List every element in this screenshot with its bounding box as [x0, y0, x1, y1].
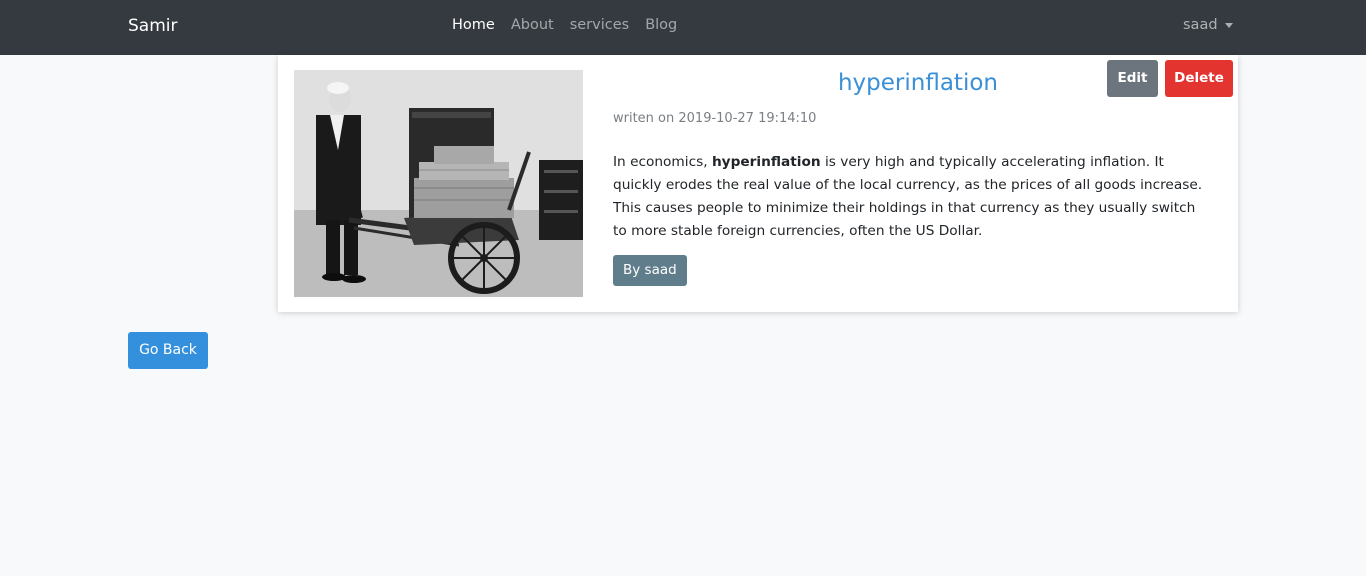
brand-link[interactable]: Samir [128, 16, 177, 36]
post-title: hyperinflation [837, 70, 998, 96]
post-card: Edit Delete hyperinflation writen on 201… [278, 55, 1238, 312]
post-body-bold: hyperinflation [711, 154, 821, 170]
author-badge[interactable]: By saad [613, 255, 687, 286]
post-body-prefix: In economics, [613, 154, 712, 170]
post-image [294, 70, 583, 297]
top-navbar: Samir Home About services Blog saad [0, 0, 1366, 55]
nav-links: Home About services Blog [452, 17, 693, 33]
nav-link-blog[interactable]: Blog [645, 17, 677, 33]
go-back-button[interactable]: Go Back [128, 332, 208, 369]
nav-link-services[interactable]: services [570, 17, 630, 33]
photo-man-with-wheelbarrow-icon [294, 70, 583, 297]
post-body: In economics, hyperinflation is very hig… [613, 151, 1213, 243]
caret-down-icon [1224, 23, 1233, 28]
user-dropdown[interactable]: saad [1183, 17, 1233, 33]
nav-link-home[interactable]: Home [452, 17, 495, 33]
post-date: writen on 2019-10-27 19:14:10 [613, 111, 817, 126]
user-name: saad [1183, 17, 1218, 33]
nav-link-about[interactable]: About [511, 17, 554, 33]
